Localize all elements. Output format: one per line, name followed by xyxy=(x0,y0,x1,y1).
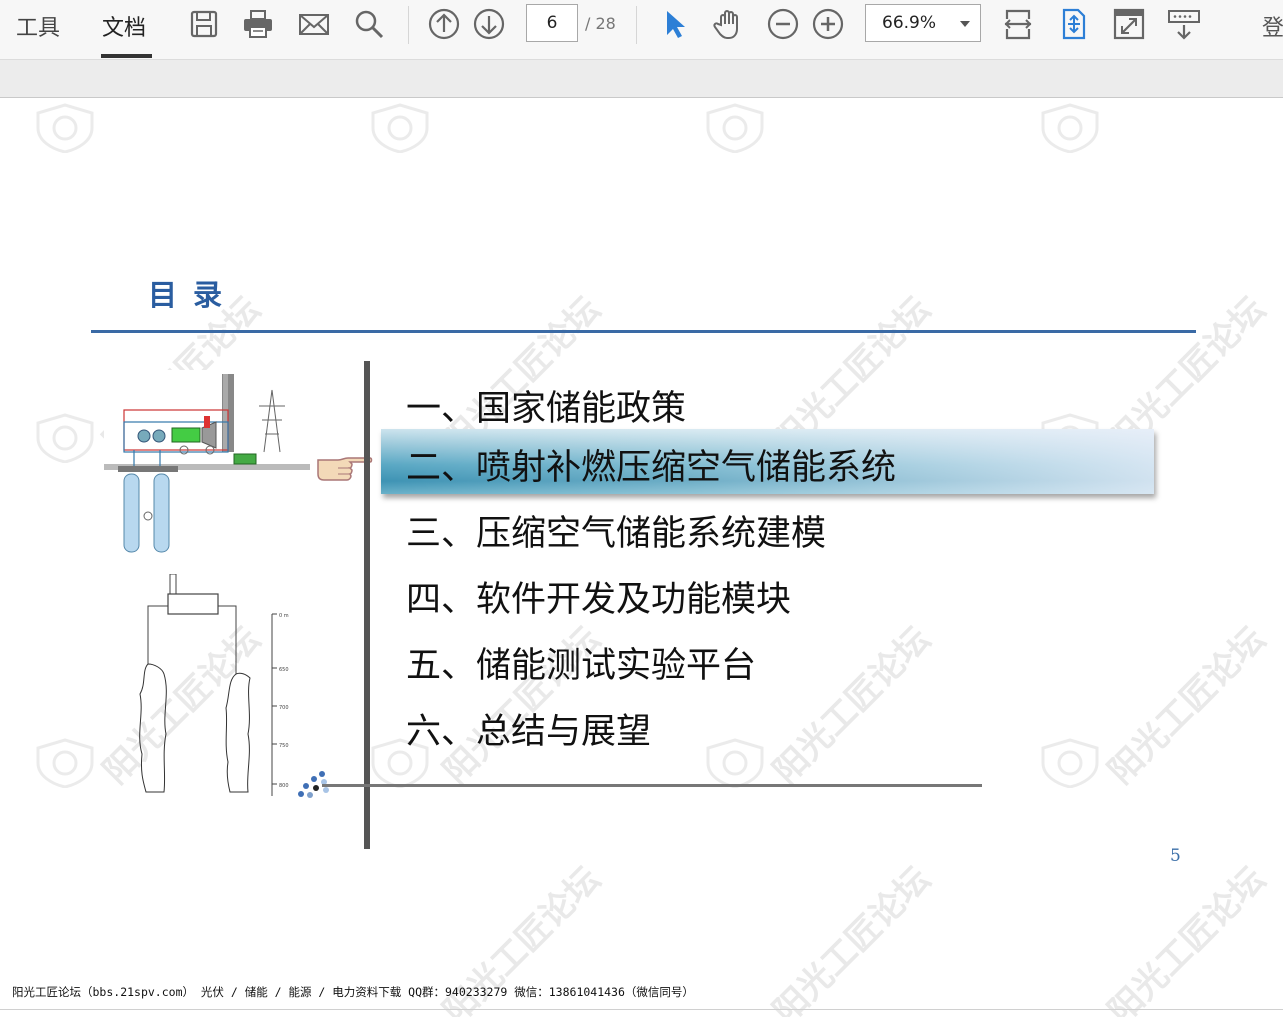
fit-page-icon[interactable] xyxy=(1056,6,1092,42)
footer-divider xyxy=(0,1009,1283,1010)
vertical-divider xyxy=(364,361,370,849)
search-icon[interactable] xyxy=(351,6,387,42)
toolbar: 工具 文档 / 28 66.9% xyxy=(0,0,1283,60)
watermark-text: 阳光工匠论坛 xyxy=(765,619,939,792)
watermark-text: 阳光工匠论坛 xyxy=(1100,619,1274,792)
depth-label: 650 xyxy=(279,667,289,673)
depth-label: 700 xyxy=(279,705,289,711)
read-mode-icon[interactable] xyxy=(1166,6,1202,42)
zoom-value: 66.9% xyxy=(882,13,937,33)
zoom-in-icon[interactable] xyxy=(810,6,846,42)
watermark-logo-icon xyxy=(706,103,764,153)
zoom-select[interactable]: 66.9% xyxy=(865,4,981,42)
document-page: 阳光工匠论坛 阳光工匠论坛 阳光工匠论坛 阳光工匠论坛 阳光工匠论坛 阳光工匠论… xyxy=(0,98,1283,1017)
footer-text: 阳光工匠论坛（bbs.21spv.com） 光伏 / 储能 / 能源 / 电力资… xyxy=(12,985,694,999)
watermark-logo-icon xyxy=(1041,738,1099,788)
toc-item-5[interactable]: 五、储能测试实验平台 xyxy=(406,637,756,688)
watermark-logo-icon xyxy=(706,738,764,788)
toc-item-6[interactable]: 六、总结与展望 xyxy=(406,703,651,754)
save-icon[interactable] xyxy=(186,6,222,42)
toc-item-2[interactable]: 二、喷射补燃压缩空气储能系统 xyxy=(406,439,896,490)
page-title: 目录 xyxy=(148,278,239,312)
tab-tools[interactable]: 工具 xyxy=(16,10,60,42)
select-cursor-icon[interactable] xyxy=(656,6,692,42)
login-button[interactable]: 登 xyxy=(1262,10,1283,42)
page-number-input[interactable] xyxy=(526,4,578,42)
page-down-icon[interactable] xyxy=(471,6,507,42)
fit-width-icon[interactable] xyxy=(1000,6,1036,42)
watermark-logo-icon xyxy=(36,738,94,788)
toc-item-4[interactable]: 四、软件开发及功能模块 xyxy=(406,571,791,622)
page-up-icon[interactable] xyxy=(426,6,462,42)
active-tab-indicator xyxy=(101,54,152,58)
chevron-down-icon xyxy=(960,21,970,27)
watermark-text: 阳光工匠论坛 xyxy=(765,859,939,1017)
tab-document[interactable]: 文档 xyxy=(102,10,146,42)
slide-page-number: 5 xyxy=(1170,846,1181,866)
fullscreen-icon[interactable] xyxy=(1111,6,1147,42)
toolbar-separator xyxy=(408,6,409,44)
watermark-text: 阳光工匠论坛 xyxy=(1100,859,1274,1017)
watermark-logo-icon xyxy=(36,103,94,153)
depth-label: 800 xyxy=(279,783,289,789)
horizontal-divider xyxy=(322,784,982,787)
hand-tool-icon[interactable] xyxy=(711,6,747,42)
depth-label: 0 m xyxy=(279,613,289,619)
email-icon[interactable] xyxy=(296,6,332,42)
toolbar-separator xyxy=(636,6,637,44)
toc-item-3[interactable]: 三、压缩空气储能系统建模 xyxy=(406,505,826,556)
page-total: / 28 xyxy=(585,14,616,33)
watermark-logo-icon xyxy=(1041,103,1099,153)
secondary-toolbar xyxy=(0,60,1283,98)
depth-label: 750 xyxy=(279,743,289,749)
print-icon[interactable] xyxy=(240,6,276,42)
zoom-out-icon[interactable] xyxy=(765,6,801,42)
toc-item-1[interactable]: 一、国家储能政策 xyxy=(406,380,686,431)
title-divider xyxy=(91,330,1196,333)
watermark-logo-icon xyxy=(371,103,429,153)
caes-system-diagram xyxy=(104,370,310,556)
salt-cavern-diagram: 0 m 650 700 750 800 xyxy=(139,574,289,796)
watermark-logo-icon xyxy=(36,413,94,463)
